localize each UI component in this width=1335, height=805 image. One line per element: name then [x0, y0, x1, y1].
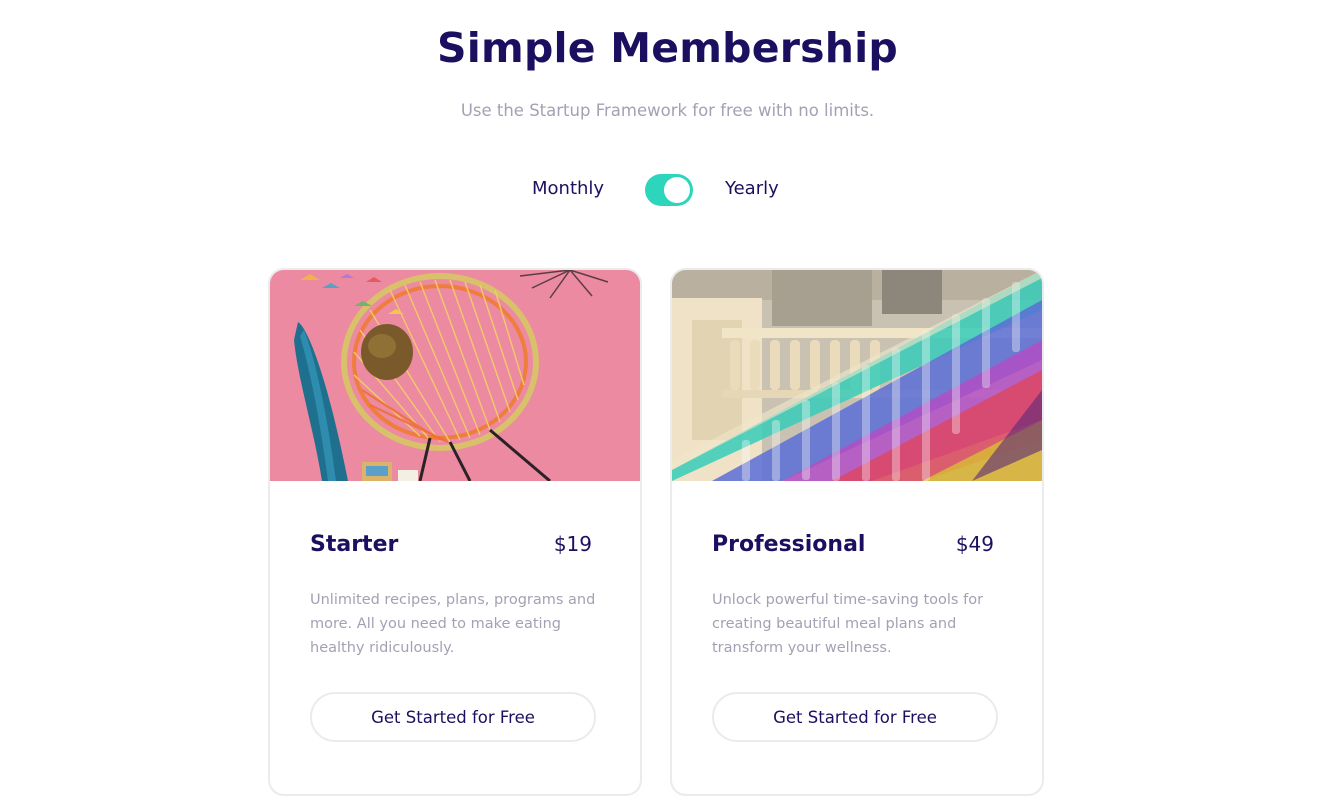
pink-chair-photo	[270, 270, 640, 481]
plan-card-starter: Starter $19 Unlimited recipes, plans, pr…	[268, 268, 642, 796]
page-title: Simple Membership	[437, 24, 898, 72]
pricing-page: Simple Membership Use the Startup Framew…	[0, 0, 1335, 805]
billing-toggle-row: Monthly Yearly	[0, 172, 1335, 208]
plan-description: Unlock powerful time-saving tools for cr…	[712, 592, 984, 656]
plan-name: Starter	[310, 532, 399, 557]
yearly-label[interactable]: Yearly	[725, 178, 779, 199]
billing-period-toggle[interactable]	[645, 174, 693, 206]
page-subtitle: Use the Startup Framework for free with …	[460, 101, 875, 120]
plan-name: Professional	[712, 532, 866, 557]
rainbow-balustrade-photo	[672, 270, 1042, 481]
monthly-label[interactable]: Monthly	[532, 178, 604, 199]
plan-description: Unlimited recipes, plans, programs and m…	[310, 592, 596, 656]
toggle-knob	[664, 177, 690, 203]
plan-card-professional: Professional $49 Unlock powerful time-sa…	[670, 268, 1044, 796]
get-started-button-professional[interactable]: Get Started for Free	[712, 692, 998, 742]
get-started-button-starter[interactable]: Get Started for Free	[310, 692, 596, 742]
plan-price: $49	[955, 532, 994, 556]
plan-price: $19	[553, 532, 592, 556]
